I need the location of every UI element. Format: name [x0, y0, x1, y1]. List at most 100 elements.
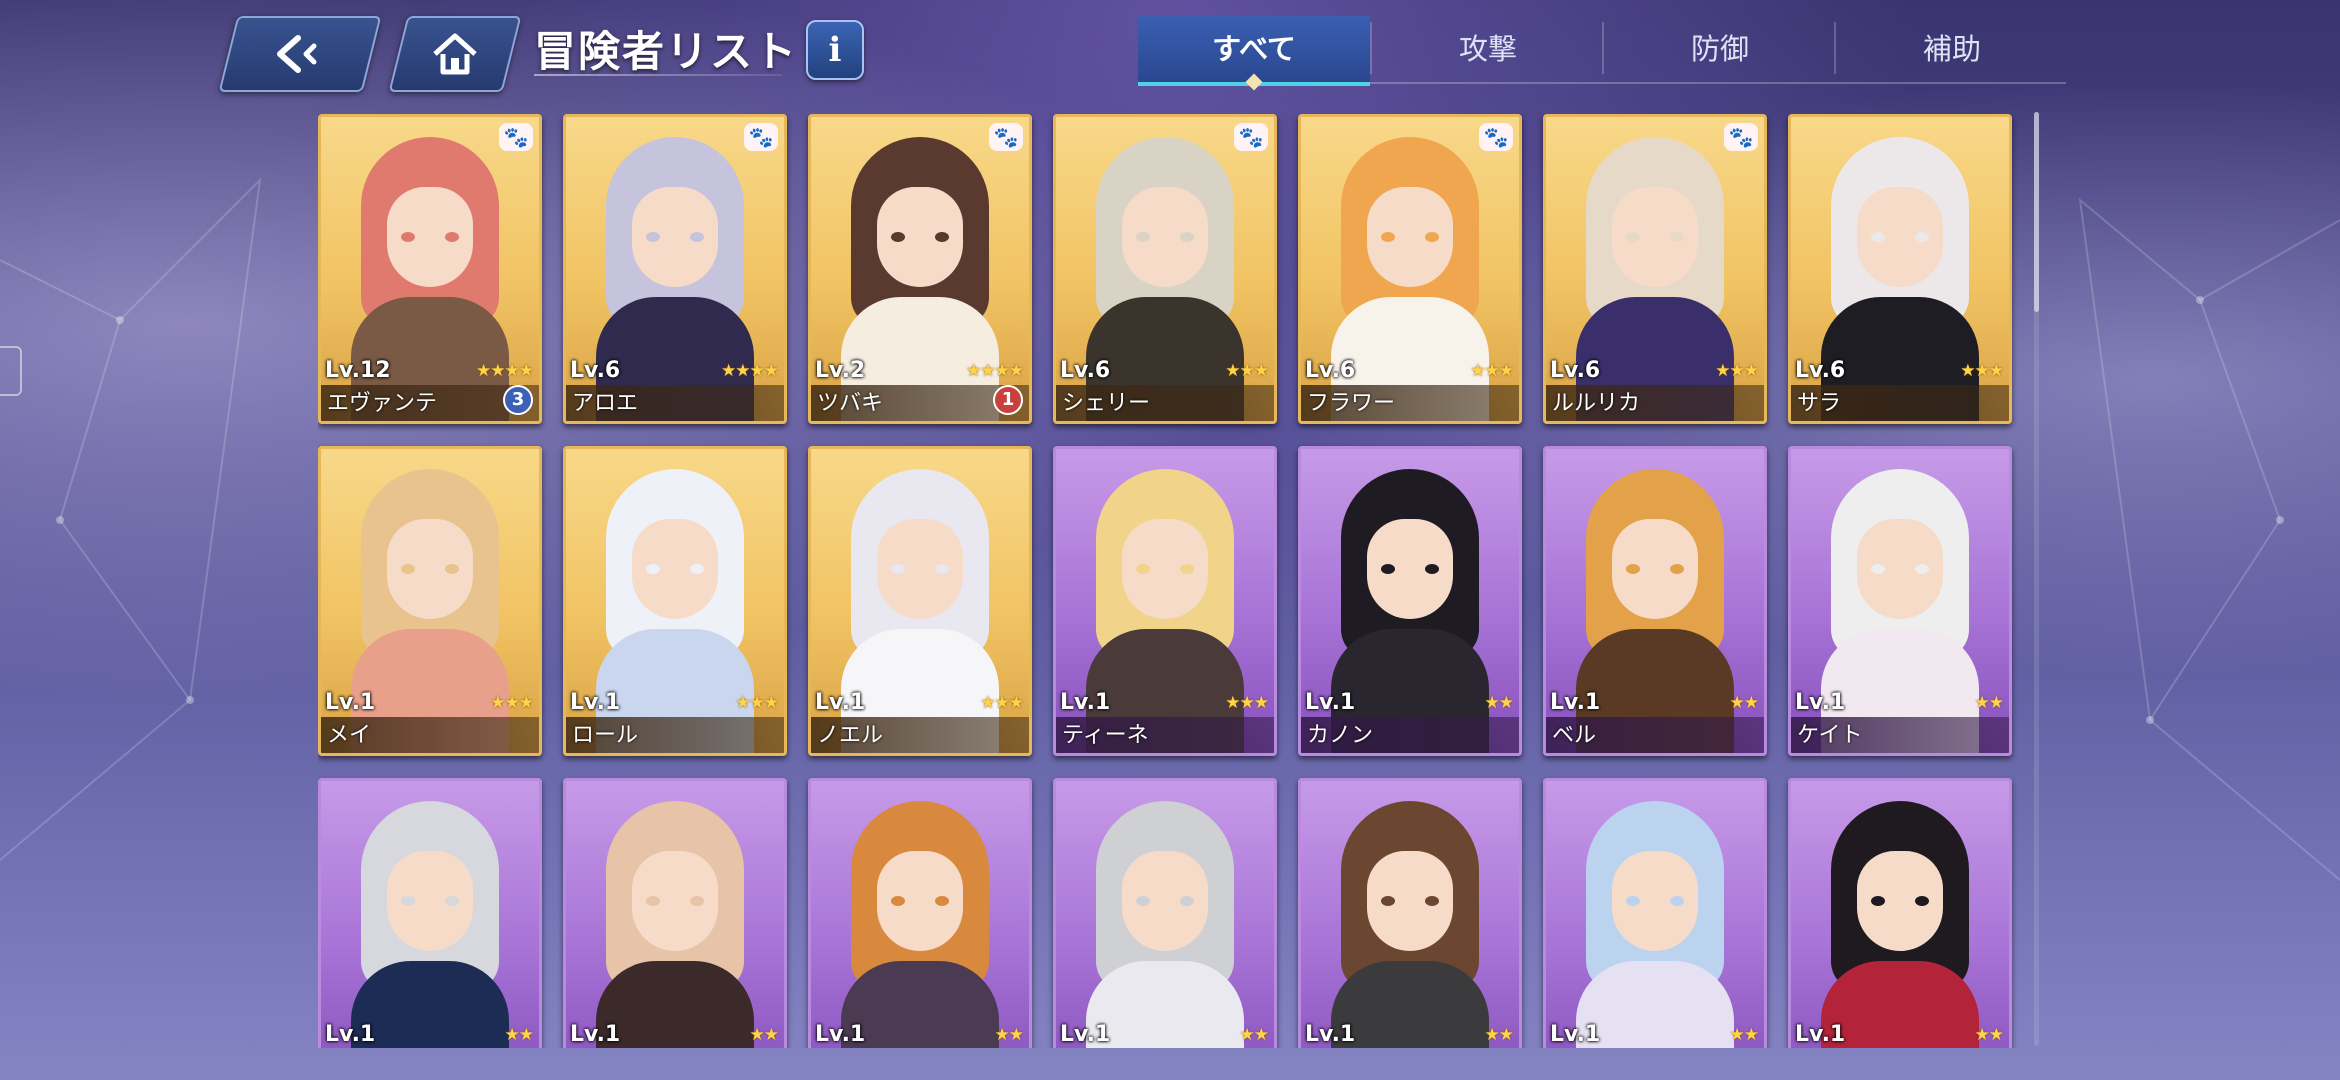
portrait-eye [1381, 232, 1395, 242]
rarity-stars-icon: ★★ [504, 1025, 535, 1045]
portrait-face [632, 851, 718, 951]
scrollbar-thumb[interactable] [2034, 112, 2039, 312]
level-label: Lv.1 [570, 1022, 621, 1047]
character-portrait [811, 781, 1029, 1048]
adventurer-card[interactable]: Lv.1 ★★ [1788, 778, 2012, 1048]
portrait-eye [401, 232, 415, 242]
portrait-eye [1381, 896, 1395, 906]
adventurer-card[interactable]: Lv.1 ★★ [1053, 778, 1277, 1048]
top-bar: 冒険者リスト i すべて 攻撃 防御 補助 [0, 0, 2340, 110]
rarity-stars-icon: ★★ [994, 1025, 1025, 1045]
adventurer-card[interactable]: Lv.1 ★★ [1543, 778, 1767, 1048]
adventurer-card[interactable]: 🐾 Lv.6 ★★★ シェリー [1053, 114, 1277, 424]
character-portrait [1301, 781, 1519, 1048]
character-name: ロール [572, 723, 639, 748]
rarity-stars-icon: ★★★ [1225, 693, 1269, 713]
portrait-eye [935, 232, 949, 242]
portrait-face [632, 519, 718, 619]
rarity-stars-icon: ★★ [1729, 1025, 1760, 1045]
portrait-eye [1180, 896, 1194, 906]
adventurer-card[interactable]: Lv.1 ★★★ ティーネ [1053, 446, 1277, 756]
category-tabs: すべて 攻撃 防御 補助 [1138, 16, 2068, 91]
rarity-stars-icon: ★★ [1239, 1025, 1270, 1045]
portrait-eye [891, 232, 905, 242]
paw-icon: 🐾 [1479, 123, 1513, 151]
adventurer-card[interactable]: 🐾 Lv.12 ★★★★ エヴァンテ 3 [318, 114, 542, 424]
adventurer-card[interactable]: Lv.1 ★★ ベル [1543, 446, 1767, 756]
character-name: ベル [1552, 723, 1597, 748]
adventurer-card[interactable]: 🐾 Lv.6 ★★★ フラワー [1298, 114, 1522, 424]
rarity-stars-icon: ★★★ [735, 693, 779, 713]
adventurer-card[interactable]: Lv.6 ★★★ サラ [1788, 114, 2012, 424]
character-name: アロエ [572, 391, 639, 416]
rarity-stars-icon: ★★★ [490, 693, 534, 713]
rarity-stars-icon: ★★ [1974, 1025, 2005, 1045]
side-drawer-handle[interactable] [0, 346, 22, 396]
adventurer-card[interactable]: Lv.1 ★★★ ロール [563, 446, 787, 756]
portrait-face [1122, 851, 1208, 951]
adventurer-card[interactable]: Lv.1 ★★ カノン [1298, 446, 1522, 756]
level-label: Lv.1 [1795, 690, 1846, 715]
portrait-face [1122, 187, 1208, 287]
adventurer-card[interactable]: Lv.1 ★★★ ノエル [808, 446, 1032, 756]
tab-support[interactable]: 補助 [1836, 16, 2068, 82]
adventurer-card[interactable]: Lv.1 ★★ ケイト [1788, 446, 2012, 756]
portrait-eye [1626, 232, 1640, 242]
portrait-eye [646, 564, 660, 574]
adventurer-card[interactable]: Lv.1 ★★★ メイ [318, 446, 542, 756]
adventurer-card[interactable]: 🐾 Lv.6 ★★★★ アロエ [563, 114, 787, 424]
info-icon: i [828, 30, 842, 70]
rarity-stars-icon: ★★★ [1225, 361, 1269, 381]
level-label: Lv.12 [325, 358, 391, 383]
portrait-eye [1670, 564, 1684, 574]
portrait-face [1857, 519, 1943, 619]
level-label: Lv.6 [570, 358, 621, 383]
level-label: Lv.6 [1305, 358, 1356, 383]
adventurer-card[interactable]: Lv.1 ★★ [563, 778, 787, 1048]
character-name: エヴァンテ [327, 391, 438, 416]
level-label: Lv.1 [1795, 1022, 1846, 1047]
portrait-face [877, 851, 963, 951]
level-label: Lv.1 [815, 690, 866, 715]
portrait-face [1612, 519, 1698, 619]
paw-icon: 🐾 [1724, 123, 1758, 151]
home-button[interactable] [388, 16, 522, 92]
tab-defense[interactable]: 防御 [1604, 16, 1836, 82]
rarity-stars-icon: ★★ [1729, 693, 1760, 713]
rarity-stars-icon: ★★★ [1715, 361, 1759, 381]
portrait-eye [1626, 564, 1640, 574]
rarity-stars-icon: ★★ [1974, 693, 2005, 713]
portrait-eye [1871, 232, 1885, 242]
tab-all[interactable]: すべて [1138, 16, 1370, 86]
tab-attack[interactable]: 攻撃 [1372, 16, 1604, 82]
character-portrait [1791, 781, 2009, 1048]
rarity-stars-icon: ★★★★ [966, 361, 1024, 381]
portrait-face [387, 851, 473, 951]
portrait-eye [646, 232, 660, 242]
adventurer-card[interactable]: Lv.1 ★★ [1298, 778, 1522, 1048]
level-label: Lv.1 [1305, 690, 1356, 715]
title-underline [534, 74, 782, 76]
portrait-eye [1381, 564, 1395, 574]
level-label: Lv.2 [815, 358, 866, 383]
portrait-eye [1626, 896, 1640, 906]
adventurer-card[interactable]: Lv.1 ★★ [808, 778, 1032, 1048]
rarity-stars-icon: ★★ [749, 1025, 780, 1045]
character-name: ティーネ [1062, 723, 1149, 748]
portrait-eye [1670, 896, 1684, 906]
adventurer-card[interactable]: 🐾 Lv.6 ★★★ ルルリカ [1543, 114, 1767, 424]
portrait-eye [690, 896, 704, 906]
level-label: Lv.1 [1550, 690, 1601, 715]
portrait-eye [1915, 896, 1929, 906]
character-name: メイ [327, 723, 372, 748]
info-button[interactable]: i [806, 20, 864, 80]
back-button[interactable] [218, 16, 382, 92]
adventurer-card[interactable]: Lv.1 ★★ [318, 778, 542, 1048]
portrait-face [1367, 519, 1453, 619]
rarity-stars-icon: ★★★ [1470, 361, 1514, 381]
portrait-face [1367, 187, 1453, 287]
portrait-eye [1425, 564, 1439, 574]
portrait-eye [690, 232, 704, 242]
adventurer-card[interactable]: 🐾 Lv.2 ★★★★ ツバキ 1 [808, 114, 1032, 424]
character-name: ケイト [1797, 723, 1863, 748]
